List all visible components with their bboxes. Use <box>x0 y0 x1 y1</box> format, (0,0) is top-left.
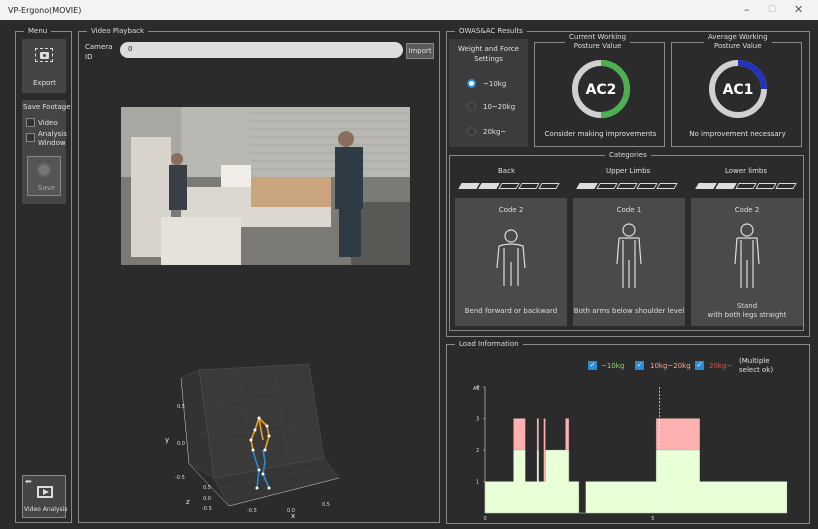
video-playback-panel: Video Playback Camera ID 0 Import 0.5 0.… <box>78 26 440 523</box>
menu-panel: Menu Export Save Footage Video Analysis … <box>15 26 72 523</box>
category-desc: Bend forward or backward <box>464 307 558 315</box>
average-posture-message: No improvement necessary <box>689 130 786 138</box>
save-footage-group: Save Footage Video Analysis Window Save <box>22 100 71 204</box>
export-label: Export <box>33 79 56 87</box>
current-posture-message: Consider making improvements <box>544 130 657 138</box>
chart-y-tick: 2 <box>476 448 479 454</box>
record-icon <box>37 163 51 177</box>
category-name-back: Back <box>498 167 515 175</box>
owas-results-title: OWAS&AC Results <box>455 26 527 36</box>
camera-id-label: Camera ID <box>85 43 113 61</box>
category-code: Code 2 <box>734 206 760 214</box>
weight-settings-title: Weight and Force Settings <box>458 45 519 63</box>
category-name-lower: Lower limbs <box>725 167 767 175</box>
minimize-button[interactable]: – <box>744 3 750 16</box>
plot-x-label: x <box>291 512 295 518</box>
average-ac-gauge: AC1 <box>709 60 767 118</box>
video-playback-title: Video Playback <box>87 26 149 36</box>
average-ac-code: AC1 <box>723 82 754 98</box>
plot-z-tick: 0.0 <box>203 496 211 502</box>
category-card-upper: Code 1 Both arms below shoulder level <box>573 198 685 326</box>
plot-x-tick: 0.5 <box>322 502 330 508</box>
chart-y-tick: 1 <box>476 480 479 486</box>
current-ac-code: AC2 <box>586 82 617 98</box>
title-bar: VP-Ergono(MOVIE) – ☐ ✕ <box>0 0 818 20</box>
import-button[interactable]: Import <box>406 43 434 59</box>
plot-y-label: y <box>165 436 169 444</box>
level-bar-lower <box>695 183 801 189</box>
weight-settings-group: Weight and Force Settings ~10kg 10~20kg … <box>449 39 528 147</box>
load-info-title: Load Information <box>455 339 523 349</box>
camera-id-input[interactable]: 0 <box>120 42 403 58</box>
legend-checkbox-20kg[interactable]: ✓ <box>695 361 704 370</box>
person-outline-icon <box>616 223 642 288</box>
plot-z-tick: -0.5 <box>202 506 212 512</box>
category-card-back: Code 2 Bend forward or backward <box>455 198 567 326</box>
plot-z-label: z <box>186 498 190 506</box>
weight-radio-label: 10~20kg <box>483 103 516 111</box>
video-analysis-button[interactable]: ⬅ Video Analysis <box>22 475 68 518</box>
video-frame <box>121 107 410 265</box>
chart-y-tick: 3 <box>476 417 479 423</box>
pose-3d-plot: 0.5 0.0 -0.5 y 0.5 0.0 -0.5 z -0.5 0.0 0… <box>165 363 340 518</box>
window-title: VP-Ergono(MOVIE) <box>8 6 82 15</box>
maximize-button[interactable]: ☐ <box>768 5 776 15</box>
current-ac-gauge: AC2 <box>572 60 630 118</box>
plot-y-tick: 0.0 <box>177 441 185 447</box>
category-name-upper: Upper Limbs <box>606 167 651 175</box>
category-desc: Stand with both legs straight <box>707 302 787 319</box>
save-footage-title: Save Footage <box>23 103 71 111</box>
categories-panel: Categories Back Upper Limbs Lower limbs … <box>449 150 804 331</box>
category-desc: Both arms below shoulder level <box>573 307 685 315</box>
legend-label: ~10kg <box>601 362 625 370</box>
chart-x-tick: 0 <box>484 516 487 521</box>
close-button[interactable]: ✕ <box>794 3 803 16</box>
plot-z-tick: 0.5 <box>203 485 211 491</box>
category-code: Code 2 <box>498 206 524 214</box>
current-posture-title: Current Working Posture Value <box>565 33 631 51</box>
weight-radio-label: 20kg~ <box>483 128 507 136</box>
chart-area-series <box>484 449 788 514</box>
legend-label: 20kg~ <box>709 362 733 370</box>
chart-y-tick: 4 <box>476 385 479 391</box>
chart-x-tick: 5 <box>651 516 654 521</box>
legend-label: 10kg~20kg <box>650 362 691 370</box>
level-bar-upper <box>576 183 682 189</box>
analysis-window-checkbox[interactable] <box>26 133 35 142</box>
current-posture-box: Current Working Posture Value AC2 Consid… <box>534 33 665 147</box>
legend-checkbox-10kg[interactable]: ✓ <box>588 361 597 370</box>
person-outline-icon <box>496 229 526 286</box>
legend-checkbox-10-20kg[interactable]: ✓ <box>635 361 644 370</box>
weight-radio-label: ~10kg <box>483 80 507 88</box>
plot-x-tick: -0.5 <box>247 508 257 514</box>
camera-icon <box>35 48 53 62</box>
average-posture-title: Average Working Posture Value <box>704 33 772 51</box>
categories-title: Categories <box>605 150 651 160</box>
weight-radio-20kg[interactable] <box>467 127 476 136</box>
export-button[interactable]: Export <box>22 39 66 93</box>
plot-y-tick: 0.5 <box>177 404 185 410</box>
video-checkbox[interactable] <box>26 118 35 127</box>
level-bar-back <box>458 183 564 189</box>
multiple-select-note: (Multiple select ok) <box>739 357 774 374</box>
weight-radio-10kg[interactable] <box>467 79 476 88</box>
video-analysis-label: Video Analysis <box>24 506 68 513</box>
weight-radio-10-20kg[interactable] <box>467 102 476 111</box>
owas-results-panel: OWAS&AC Results Weight and Force Setting… <box>446 26 810 337</box>
average-posture-box: Average Working Posture Value AC1 No imp… <box>671 33 802 147</box>
analysis-window-label: Analysis Window <box>38 130 67 147</box>
category-card-lower: Code 2 Stand with both legs straight <box>691 198 803 326</box>
app-window: VP-Ergono(MOVIE) – ☐ ✕ Menu Export Save … <box>0 0 818 529</box>
back-arrow-icon: ⬅ <box>25 477 32 486</box>
save-button[interactable]: Save <box>27 156 61 196</box>
plot-y-tick: -0.5 <box>175 475 185 481</box>
person-outline-icon <box>734 223 760 288</box>
menu-title: Menu <box>24 26 52 36</box>
category-code: Code 1 <box>616 206 642 214</box>
load-chart: AC 12340 5 <box>473 385 788 521</box>
load-info-panel: Load Information ✓ ~10kg ✓ 10kg~20kg ✓ 2… <box>446 339 810 524</box>
video-checkbox-label: Video <box>38 119 58 127</box>
save-label: Save <box>38 184 56 192</box>
film-icon <box>37 486 53 498</box>
